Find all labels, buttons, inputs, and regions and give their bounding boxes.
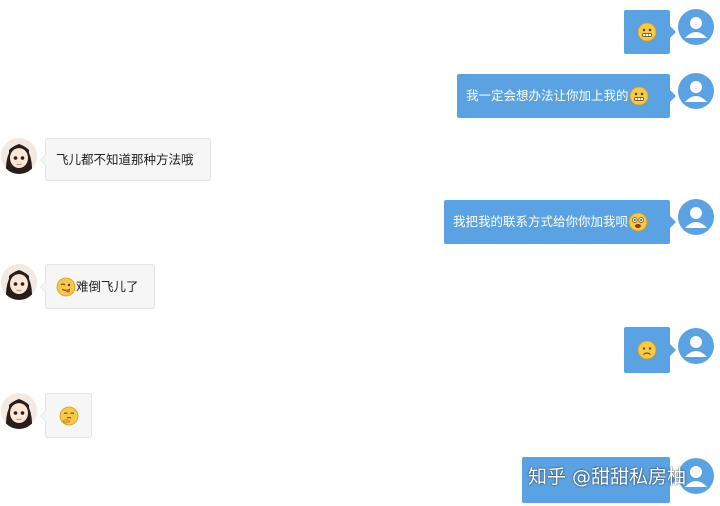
- message-text: 难倒飞儿了: [76, 278, 139, 294]
- message-bubble-outgoing[interactable]: 我一定会想办法让你加上我的: [457, 74, 676, 118]
- watermark-text: 知乎 @甜甜私房柚: [528, 466, 687, 488]
- message-text: 我一定会想办法让你加上我的: [466, 88, 629, 103]
- message-text: 我把我的联系方式给你你加我呗: [453, 214, 629, 229]
- message-text: 飞儿都不知道那种方法哦: [56, 151, 194, 167]
- message-bubble-incoming[interactable]: [40, 393, 92, 438]
- contact-avatar[interactable]: [1, 264, 37, 300]
- user-avatar[interactable]: [678, 9, 714, 45]
- frown-emoji-icon: [637, 340, 657, 360]
- message-bubble-outgoing[interactable]: [624, 10, 676, 54]
- chat-window: 我一定会想办法让你加上我的 飞儿都不知道那种方法哦 我把我的联系方式给你你加我呗…: [0, 0, 720, 506]
- contact-avatar[interactable]: [1, 138, 37, 174]
- message-bubble-incoming[interactable]: 难倒飞儿了: [40, 264, 155, 309]
- message-bubble-outgoing[interactable]: [624, 327, 676, 373]
- message-bubble-incoming[interactable]: 飞儿都不知道那种方法哦: [40, 138, 211, 181]
- grimace-emoji-icon: [637, 22, 657, 42]
- user-avatar[interactable]: [678, 328, 714, 364]
- wink-tongue-emoji-icon: [56, 277, 76, 297]
- thinking-emoji-icon: [59, 406, 79, 426]
- user-avatar[interactable]: [678, 73, 714, 109]
- user-avatar[interactable]: [678, 199, 714, 235]
- shocked-emoji-icon: [628, 212, 648, 232]
- grimace-emoji-icon: [629, 86, 649, 106]
- contact-avatar[interactable]: [1, 393, 37, 429]
- message-bubble-outgoing[interactable]: 我把我的联系方式给你你加我呗: [444, 200, 676, 244]
